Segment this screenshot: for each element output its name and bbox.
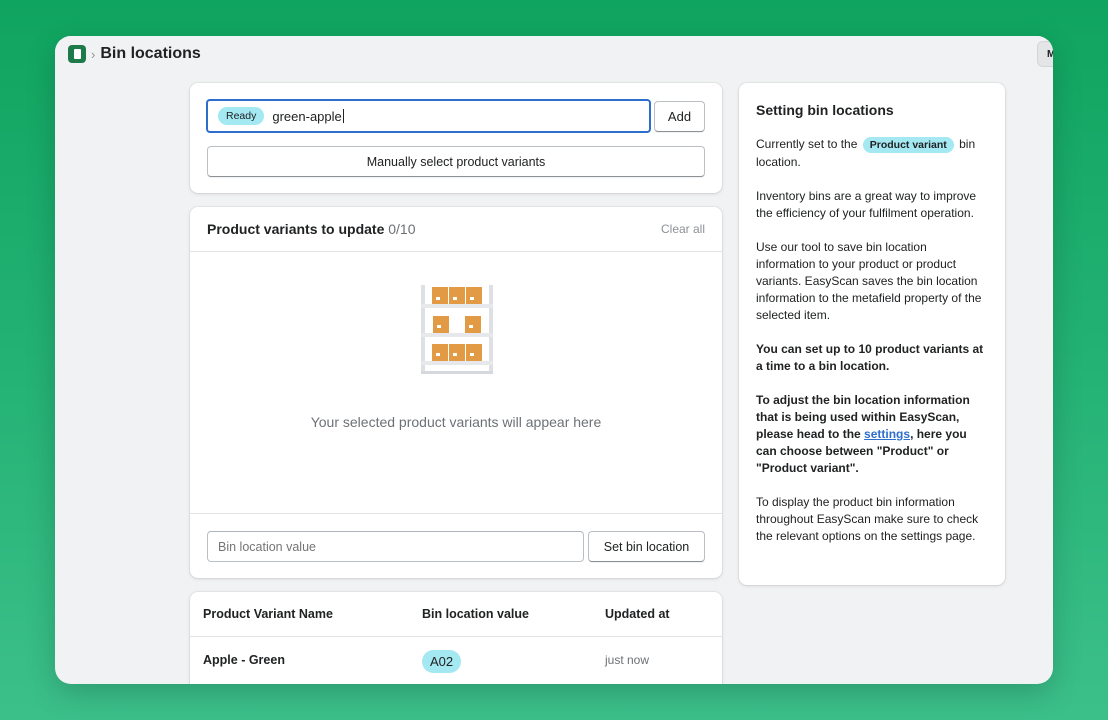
updated-at-cell: just now <box>605 653 650 667</box>
variants-title: Product variants to update 0/10 <box>207 221 416 237</box>
empty-state-text: Your selected product variants will appe… <box>310 414 602 430</box>
app-logo-icon[interactable] <box>68 45 86 63</box>
barcode-search-input[interactable]: Ready green-apple <box>206 99 651 133</box>
table-row[interactable]: Apple - Green A02 just now <box>190 638 722 684</box>
account-button[interactable]: M <box>1037 41 1053 67</box>
help-p1-before: Currently set to the <box>756 137 858 151</box>
search-value: green-apple <box>272 108 342 124</box>
variant-name-cell: Apple - Green <box>203 653 285 667</box>
help-paragraph-display: To display the product bin information t… <box>756 495 979 543</box>
help-paragraph-tool: Use our tool to save bin location inform… <box>756 240 982 322</box>
top-bar: › Bin locations M <box>55 36 1053 72</box>
add-button[interactable]: Add <box>654 101 705 132</box>
bin-location-row: Set bin location <box>190 513 722 578</box>
manual-select-button[interactable]: Manually select product variants <box>207 146 705 177</box>
table-header: Product Variant Name Bin location value … <box>190 592 722 637</box>
help-title: Setting bin locations <box>756 102 894 118</box>
column-header-name: Product Variant Name <box>203 607 333 621</box>
search-card: Ready green-apple Add Manually select pr… <box>190 83 722 193</box>
breadcrumb-separator: › <box>91 46 96 62</box>
help-card: Setting bin locations Currently set to t… <box>739 83 1005 585</box>
empty-shelf-illustration <box>421 285 493 374</box>
variants-header: Product variants to update 0/10 Clear al… <box>190 207 722 252</box>
clear-all-button[interactable]: Clear all <box>661 222 705 236</box>
text-caret <box>342 109 344 123</box>
product-variant-badge: Product variant <box>862 137 954 153</box>
help-paragraph-settings: To adjust the bin location information t… <box>756 392 988 477</box>
bin-location-input[interactable] <box>207 531 584 562</box>
column-header-updated: Updated at <box>605 607 670 621</box>
bin-value-badge: A02 <box>422 650 462 673</box>
variants-card: Product variants to update 0/10 Clear al… <box>190 207 722 578</box>
app-window: › Bin locations M Ready green-apple Add … <box>55 36 1053 684</box>
help-paragraph-current: Currently set to the Product variant bin… <box>756 136 988 171</box>
help-paragraph-bins: Inventory bins are a great way to improv… <box>756 189 977 220</box>
help-paragraph-limit: You can set up to 10 product variants at… <box>756 342 984 373</box>
history-table: Product Variant Name Bin location value … <box>190 592 722 684</box>
variants-title-text: Product variants to update <box>207 221 385 237</box>
status-badge: Ready <box>218 107 265 125</box>
empty-state: Your selected product variants will appe… <box>190 253 722 513</box>
page-title: Bin locations <box>100 45 201 62</box>
settings-link[interactable]: settings <box>864 427 910 441</box>
set-bin-location-button[interactable]: Set bin location <box>588 531 705 562</box>
column-header-bin: Bin location value <box>422 607 529 621</box>
variants-count: 0/10 <box>388 221 416 237</box>
